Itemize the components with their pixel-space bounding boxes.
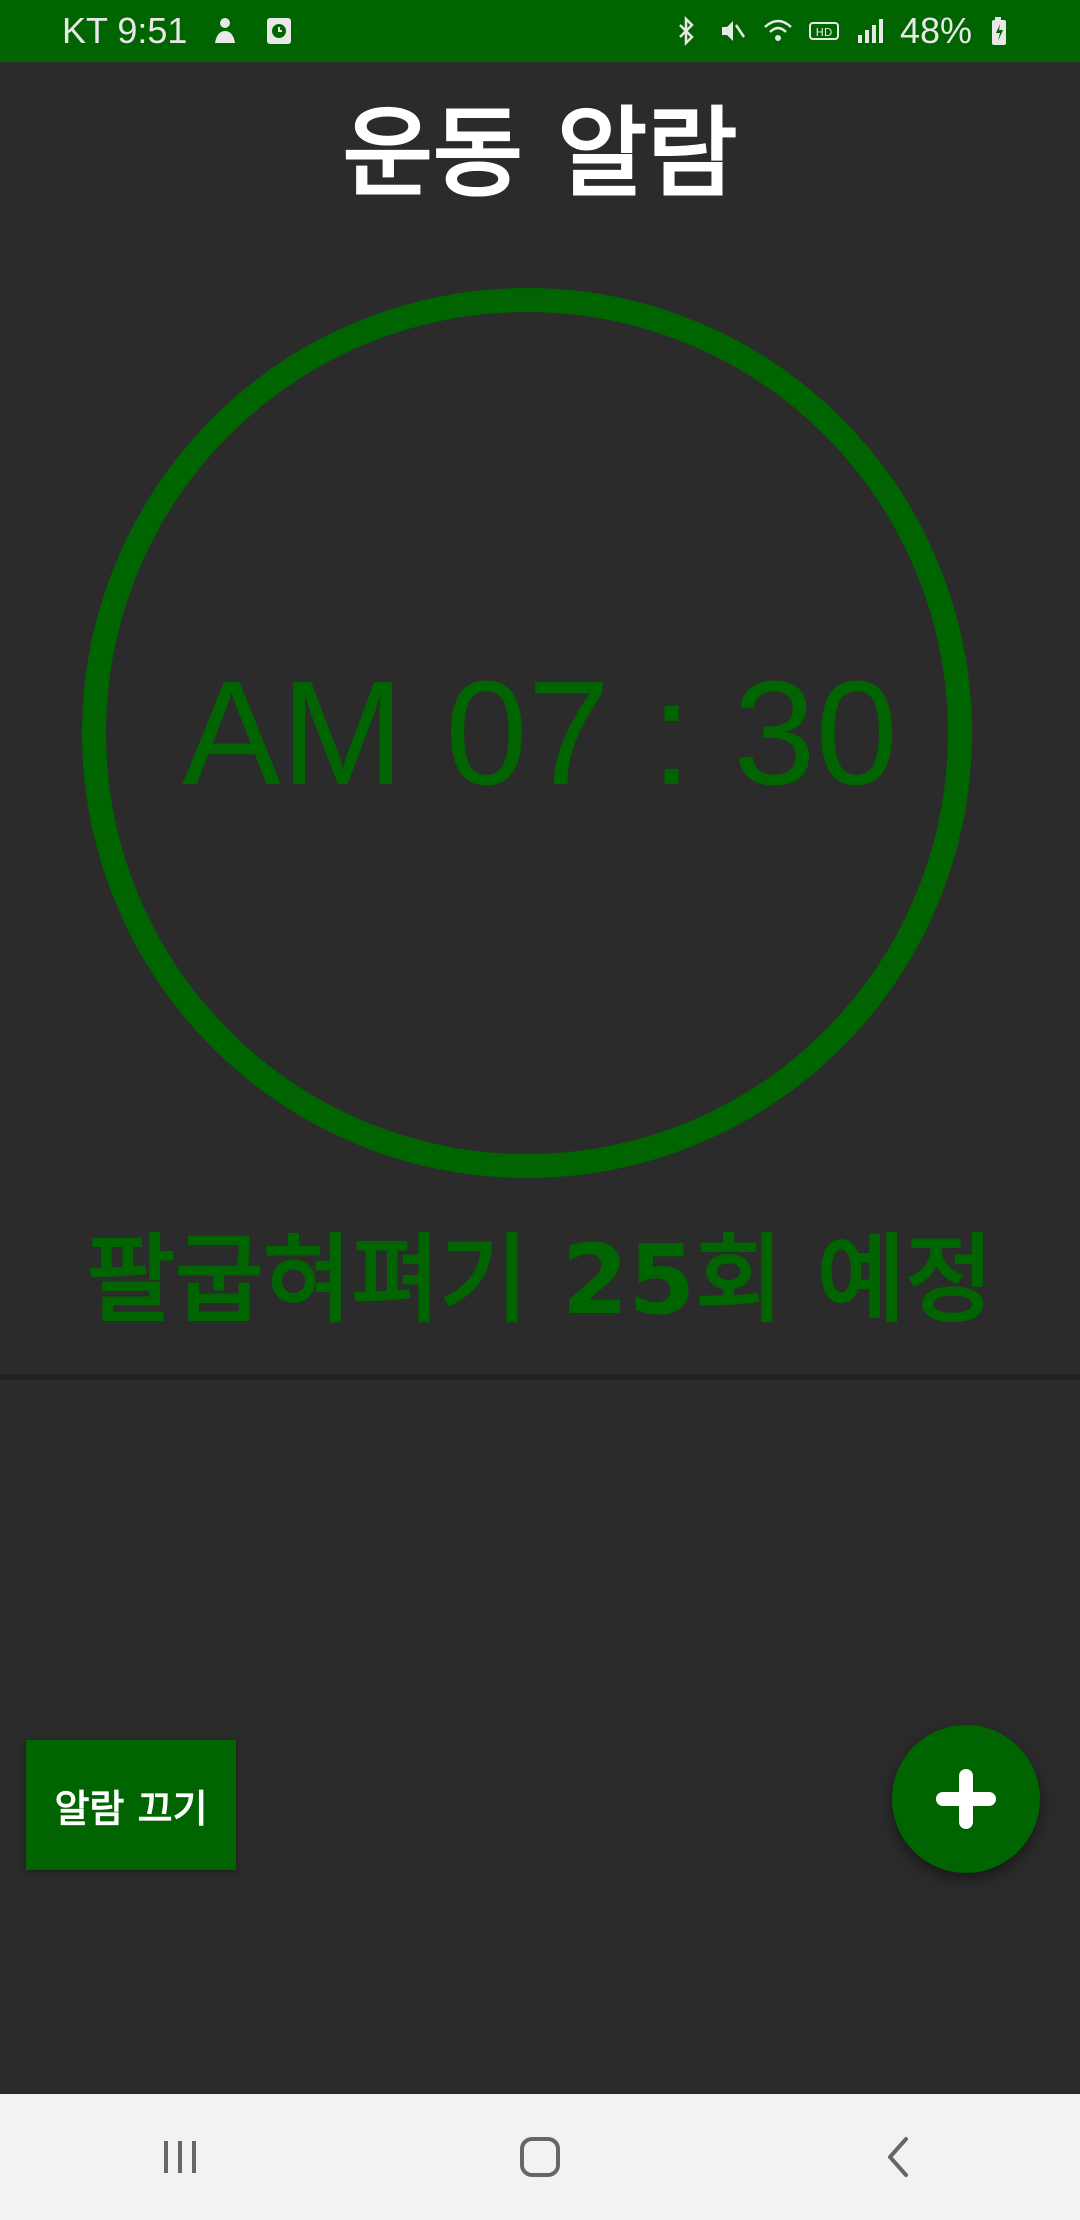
wifi-icon xyxy=(762,15,794,47)
back-icon xyxy=(888,2137,908,2177)
back-button[interactable] xyxy=(840,2117,960,2197)
home-icon xyxy=(520,2137,560,2177)
hd-icon: HD xyxy=(808,15,840,47)
alarm-time[interactable]: AM 07 : 30 xyxy=(0,660,1080,808)
carrier-time: KT 9:51 xyxy=(62,10,188,51)
navigation-bar xyxy=(0,2094,1080,2220)
add-alarm-button[interactable] xyxy=(892,1725,1040,1873)
svg-text:HD: HD xyxy=(816,26,833,39)
plus-icon xyxy=(936,1769,996,1829)
clock-icon xyxy=(263,15,295,47)
home-button[interactable] xyxy=(480,2117,600,2197)
divider xyxy=(0,1374,1080,1380)
vibrate-icon xyxy=(716,15,748,47)
person-icon xyxy=(209,15,241,47)
recents-button[interactable] xyxy=(120,2117,240,2197)
page-title: 운동 알람 xyxy=(342,97,738,211)
alarm-off-button[interactable]: 알람 끄기 xyxy=(26,1740,236,1870)
battery-percent: 48% xyxy=(899,10,972,51)
signal-icon xyxy=(854,15,886,47)
status-right: HD 48% xyxy=(670,10,1018,52)
status-left: KT 9:51 xyxy=(62,10,295,52)
bluetooth-icon xyxy=(670,15,702,47)
exercise-schedule: 팔굽혀펴기 25회 예정 xyxy=(86,1224,994,1336)
status-bar: KT 9:51 HD 48% xyxy=(0,0,1080,62)
battery-icon xyxy=(986,15,1018,47)
recents-icon xyxy=(164,2141,196,2173)
